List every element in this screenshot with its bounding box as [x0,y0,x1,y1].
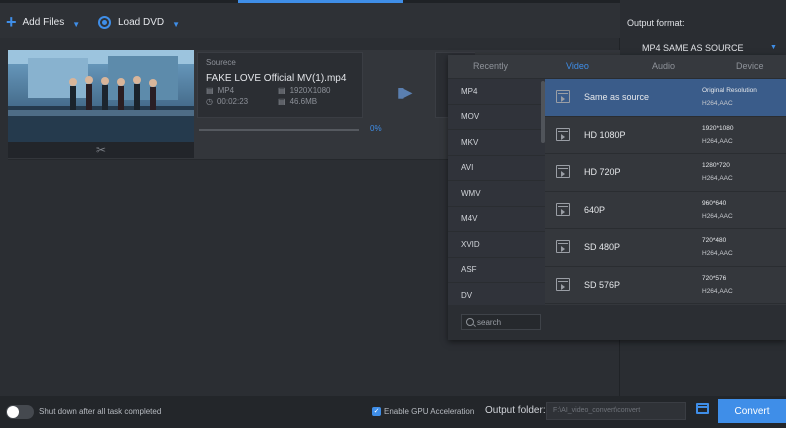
add-files-label: Add Files [22,16,65,28]
video-file-icon [556,202,570,216]
tab-device[interactable]: Device [736,61,764,71]
bottom-bar: Shut down after all task completed ✓ Ena… [0,396,786,428]
gpu-checkbox[interactable]: ✓ [372,407,381,416]
output-folder-field[interactable]: F:\AI_video_convert\convert [546,402,686,420]
filesize-icon: ▤ [278,97,286,106]
category-item[interactable]: ASF [448,258,545,283]
category-item[interactable]: MOV [448,105,545,130]
plus-icon: + [6,12,17,32]
resolution-value: 1920X1080 [289,86,331,95]
tab-audio[interactable]: Audio [652,61,675,71]
shutdown-label: Shut down after all task completed [39,407,162,416]
chevron-down-icon[interactable]: ▼ [770,44,777,51]
preset-codec: H264,AAC [702,250,733,257]
source-meta: ▤ MP4 ▤ 1920X1080 ◷ 00:02:23 ▤ 46.6MB [206,86,354,106]
preset-name: HD 1080P [584,129,626,140]
output-format-select[interactable]: MP4 SAME AS SOURCE [642,43,744,53]
preset-name: SD 480P [584,242,621,252]
search-icon [466,318,474,326]
preset-name: Same as source [584,92,650,102]
arrow-right-icon: ▮▶ [397,84,413,100]
preset-resolution: 1920*1080 [702,124,734,132]
video-file-icon [556,277,570,291]
preset-resolution: 1280*720 [702,162,730,169]
video-file-icon [556,127,570,141]
output-folder-label: Output folder: [485,405,546,416]
preset-resolution: 960*640 [702,199,727,207]
add-files-button[interactable]: + Add Files ▼ [6,12,80,32]
search-input[interactable]: search [461,314,541,330]
gpu-label: Enable GPU Acceleration [384,407,475,416]
preset-codec: H264,AAC [702,175,733,182]
progress-percent: 0% [370,124,382,133]
video-file-icon [556,240,570,253]
preset-item[interactable]: SD 480P 720*480 H264,AAC [545,229,786,267]
preset-item[interactable]: Same as source Original Resolution H264,… [545,79,786,117]
thumbnail-footer: ✂ [8,142,194,158]
category-item[interactable]: DV [448,283,545,305]
load-dvd-button[interactable]: Load DVD ▼ [98,12,180,32]
folder-icon[interactable] [696,403,709,414]
category-item[interactable]: M4V [448,207,545,232]
preset-item[interactable]: HD 1080P 1920*1080 H264,AAC [545,117,786,154]
preset-codec: H264,AAC [702,212,733,220]
toggle-knob [7,406,19,418]
resolution-icon: ▤ [278,86,286,95]
video-thumbnail[interactable] [8,50,194,142]
format-tabs: Recently Video Audio Device [448,55,786,79]
video-file-icon [556,90,570,103]
shutdown-toggle[interactable] [6,405,34,419]
video-file-icon [556,165,570,178]
source-info-card: Sourece FAKE LOVE Official MV(1).mp4 ▤ M… [197,52,363,118]
preset-name: SD 576P [584,279,621,290]
search-placeholder: search [477,317,502,327]
duration-value: 00:02:23 [216,97,249,106]
category-item[interactable]: MKV [448,130,545,156]
category-item[interactable]: XVID [448,232,545,258]
format-value: MP4 [217,86,235,95]
preset-name: HD 720P [584,167,621,177]
convert-button[interactable]: Convert [718,399,786,423]
chevron-down-icon[interactable]: ▼ [72,20,80,29]
preset-list: Same as source Original Resolution H264,… [545,79,786,305]
size-meta: ▤ 46.6MB [278,97,358,106]
scissors-icon[interactable]: ✂ [96,143,106,157]
preset-resolution: 720*480 [702,237,727,244]
file-icon: ▤ [206,86,214,95]
tab-video[interactable]: Video [566,61,589,71]
preset-item[interactable]: SD 576P 720*576 H264,AAC [545,267,786,304]
category-list: MP4 MOV MKV AVI WMV M4V XVID ASF DV [448,79,545,305]
active-indicator [238,0,403,3]
output-format-label: Output format: [627,18,685,28]
load-dvd-label: Load DVD [118,16,165,28]
category-item[interactable]: WMV [448,181,545,207]
progress-bar [199,129,359,131]
preset-item[interactable]: HD 720P 1280*720 H264,AAC [545,154,786,192]
search-bar: search [448,305,786,340]
toolbar: + Add Files ▼ Load DVD ▼ [0,0,620,38]
disc-icon [98,15,111,29]
tab-recently[interactable]: Recently [473,61,508,71]
size-value: 46.6MB [289,97,318,106]
preset-codec: H264,AAC [702,137,733,145]
preset-name: 640P [584,204,606,215]
source-label: Sourece [206,58,236,67]
file-name: FAKE LOVE Official MV(1).mp4 [206,73,347,84]
category-item[interactable]: AVI [448,156,545,181]
app-window: + Add Files ▼ Load DVD ▼ ✂ Sourece FAKE … [0,0,786,428]
preset-item[interactable]: 640P 960*640 H264,AAC [545,192,786,229]
preset-codec: H264,AAC [702,287,733,295]
chevron-down-icon[interactable]: ▼ [172,20,180,29]
preset-resolution: Original Resolution [702,87,757,94]
resolution-meta: ▤ 1920X1080 [278,86,358,95]
preset-resolution: 720*576 [702,274,727,282]
preset-codec: H264,AAC [702,100,733,107]
format-dropdown: Recently Video Audio Device MP4 MOV MKV … [448,55,786,340]
clock-icon: ◷ [206,97,213,106]
category-item[interactable]: MP4 [448,79,545,105]
format-meta: ▤ MP4 [206,86,278,95]
duration-meta: ◷ 00:02:23 [206,97,278,106]
